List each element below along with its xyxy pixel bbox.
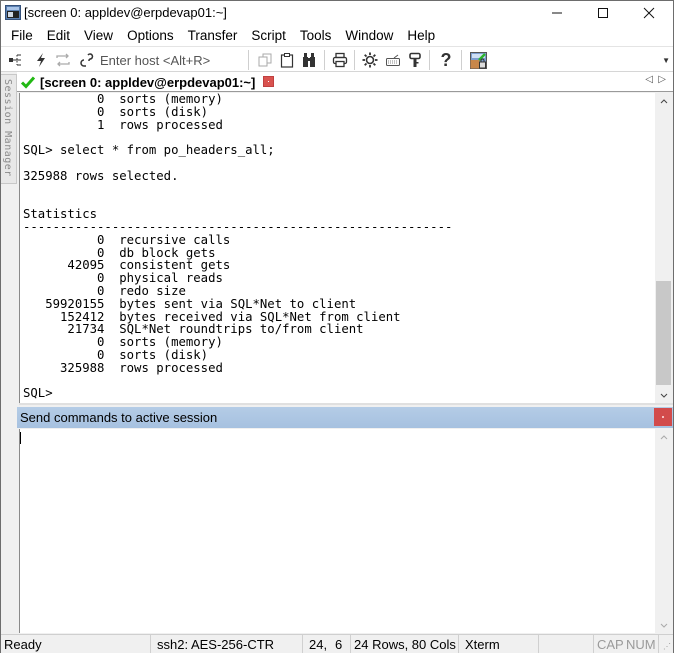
connect-in-tab-icon[interactable] — [7, 51, 25, 69]
terminal-line: 59920155 bytes sent via SQL*Net to clien… — [23, 296, 357, 311]
minimize-icon — [552, 12, 562, 14]
scroll-down-button[interactable] — [655, 387, 672, 403]
toolbar-separator — [461, 50, 462, 70]
sftp-icon[interactable] — [469, 51, 487, 69]
terminal-line: 0 sorts (disk) — [23, 104, 209, 119]
status-dimensions: 24 Rows, 80 Cols — [351, 635, 459, 653]
session-tab-bar: [screen 0: appldev@erpdevap01:~] ◁ ▷ — [17, 72, 673, 92]
key-icon[interactable] — [406, 51, 424, 69]
close-button[interactable] — [626, 1, 672, 25]
status-num: NUM — [623, 635, 659, 653]
terminal-line: 0 sorts (memory) — [23, 93, 223, 106]
session-tab-label: [screen 0: appldev@erpdevap01:~] — [40, 74, 256, 90]
scroll-down-button[interactable] — [655, 617, 672, 633]
command-window-header: Send commands to active session — [17, 407, 673, 428]
menu-file[interactable]: File — [4, 25, 40, 46]
menu-edit[interactable]: Edit — [40, 25, 77, 46]
toolbar-overflow-button[interactable]: ▼ — [662, 56, 670, 65]
quick-connect-icon[interactable] — [32, 51, 50, 69]
tab-next-button[interactable]: ▷ — [658, 74, 666, 85]
host-input[interactable] — [100, 50, 245, 70]
scroll-up-button[interactable] — [655, 93, 672, 109]
menu-window[interactable]: Window — [338, 25, 400, 46]
terminal-line: 0 redo size — [23, 283, 186, 298]
close-icon — [643, 7, 655, 19]
help-icon[interactable]: ? — [437, 50, 455, 70]
toolbar-separator — [354, 50, 355, 70]
status-state: Ready — [1, 635, 151, 653]
command-scrollbar[interactable] — [655, 429, 672, 633]
terminal-line: 1 rows processed — [23, 117, 223, 132]
app-icon — [5, 5, 21, 20]
terminal-scrollbar[interactable] — [655, 93, 672, 403]
scroll-up-button[interactable] — [655, 429, 672, 445]
maximize-icon — [598, 8, 608, 18]
toolbar-separator — [324, 50, 325, 70]
status-cursor-col: 6 — [327, 635, 351, 653]
status-terminal-type: Xterm — [459, 635, 539, 653]
scroll-thumb[interactable] — [656, 281, 671, 385]
status-cursor-row: 24, — [309, 637, 328, 652]
tab-close-button[interactable] — [263, 76, 274, 87]
terminal-output[interactable]: 0 sorts (memory) 0 sorts (disk) 1 rows p… — [19, 93, 655, 403]
tab-prev-button[interactable]: ◁ — [645, 74, 653, 85]
chevron-up-icon — [660, 434, 667, 439]
terminal-divider — [19, 403, 673, 405]
status-bar: Ready ssh2: AES-256-CTR 24, 6 24 Rows, 8… — [1, 634, 673, 653]
status-cipher: ssh2: AES-256-CTR — [151, 635, 303, 653]
menu-script[interactable]: Script — [244, 25, 293, 46]
find-icon[interactable] — [300, 51, 318, 69]
securecrt-window: [screen 0: appldev@erpdevap01:~] File Ed… — [0, 0, 674, 653]
menu-tools[interactable]: Tools — [293, 25, 339, 46]
copy-icon[interactable] — [256, 51, 274, 69]
minimize-button[interactable] — [534, 1, 580, 25]
paste-icon[interactable] — [278, 51, 296, 69]
maximize-button[interactable] — [580, 1, 626, 25]
check-icon — [21, 76, 35, 89]
terminal-line: SQL> select * from po_headers_all; — [23, 143, 275, 158]
status-empty — [539, 635, 594, 653]
menu-help[interactable]: Help — [400, 25, 442, 46]
terminal-line: 325988 rows selected. — [23, 168, 179, 183]
terminal-line: 325988 rows processed — [23, 360, 223, 375]
toolbar-separator — [429, 50, 430, 70]
session-options-icon[interactable] — [361, 51, 379, 69]
title-bar: [screen 0: appldev@erpdevap01:~] — [1, 1, 673, 25]
chevron-down-icon — [660, 623, 667, 628]
terminal-line: ----------------------------------------… — [23, 219, 453, 234]
terminal-line: SQL> — [23, 386, 61, 401]
window-title: [screen 0: appldev@erpdevap01:~] — [24, 5, 227, 20]
terminal-lines: 0 sorts (memory) 0 sorts (disk) 1 rows p… — [23, 93, 452, 400]
disconnect-icon[interactable] — [77, 51, 95, 69]
menu-bar: File Edit View Options Transfer Script T… — [1, 25, 673, 46]
command-window-close-button[interactable] — [654, 408, 672, 426]
session-tab-active[interactable]: [screen 0: appldev@erpdevap01:~] — [21, 73, 255, 91]
text-caret — [20, 432, 21, 444]
toolbar: ? ▼ — [1, 46, 673, 72]
session-manager-tab[interactable]: Session Manager — [1, 74, 17, 184]
print-icon[interactable] — [331, 51, 349, 69]
status-caps: CAP — [597, 637, 624, 652]
session-manager-label: Session Manager — [2, 79, 13, 177]
command-window-title: Send commands to active session — [20, 410, 218, 425]
menu-transfer[interactable]: Transfer — [181, 25, 245, 46]
toolbar-separator — [248, 50, 249, 70]
chevron-down-icon — [660, 393, 667, 398]
command-input[interactable] — [19, 429, 655, 633]
reconnect-icon[interactable] — [54, 51, 72, 69]
terminal-line: 0 recursive calls — [23, 232, 231, 247]
keymap-icon[interactable] — [384, 51, 402, 69]
menu-options[interactable]: Options — [120, 25, 181, 46]
chevron-up-icon — [660, 98, 667, 103]
terminal-line: 0 sorts (disk) — [23, 347, 209, 362]
resize-grip-icon[interactable]: ⋰ — [663, 642, 671, 651]
menu-view[interactable]: View — [77, 25, 120, 46]
